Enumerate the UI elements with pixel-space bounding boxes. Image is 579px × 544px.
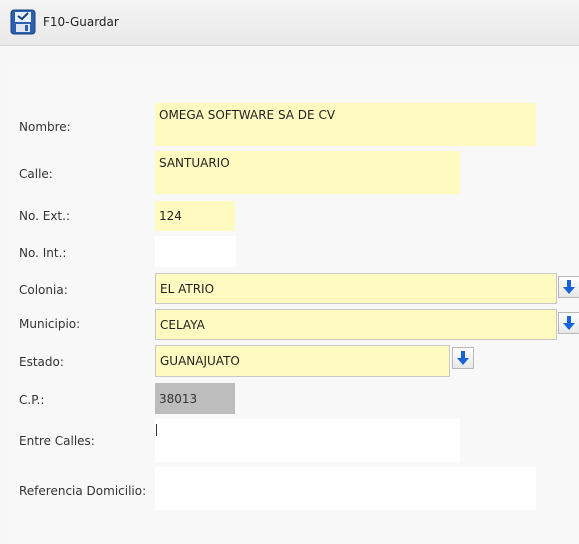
arrow-down-icon: [563, 316, 575, 330]
calle-field[interactable]: SANTUARIO: [155, 151, 460, 194]
cp-field: 38013: [155, 383, 235, 414]
no-int-label: No. Int.:: [19, 246, 67, 260]
estado-label: Estado:: [19, 355, 64, 369]
entre-calles-label: Entre Calles:: [19, 434, 95, 448]
no-ext-field[interactable]: 124: [155, 201, 235, 231]
cp-label: C.P.:: [19, 393, 45, 407]
no-int-field[interactable]: [155, 236, 236, 267]
text-cursor: [156, 424, 157, 436]
municipio-label: Municipio:: [19, 317, 81, 331]
arrow-down-icon: [457, 351, 469, 365]
estado-dropdown-button[interactable]: [452, 347, 474, 369]
municipio-dropdown-button[interactable]: [558, 312, 579, 334]
colonia-dropdown-button[interactable]: [558, 276, 579, 298]
nombre-label: Nombre:: [19, 120, 71, 134]
no-ext-label: No. Ext.:: [19, 209, 70, 223]
referencia-domicilio-label: Referencia Domicilio:: [19, 484, 147, 498]
estado-field[interactable]: GUANAJUATO: [155, 345, 450, 377]
colonia-field[interactable]: EL ATRIO: [155, 273, 557, 304]
save-button[interactable]: F10-Guardar: [10, 8, 119, 36]
floppy-save-icon: [10, 9, 36, 35]
calle-label: Calle:: [19, 167, 53, 181]
municipio-field[interactable]: CELAYA: [155, 309, 557, 340]
colonia-label: Colonia:: [19, 283, 68, 297]
arrow-down-icon: [563, 280, 575, 294]
nombre-field[interactable]: OMEGA SOFTWARE SA DE CV: [155, 103, 536, 146]
toolbar: F10-Guardar: [0, 0, 579, 46]
referencia-domicilio-field[interactable]: [155, 467, 536, 510]
save-label: F10-Guardar: [43, 15, 119, 29]
entre-calles-field[interactable]: [155, 419, 460, 462]
